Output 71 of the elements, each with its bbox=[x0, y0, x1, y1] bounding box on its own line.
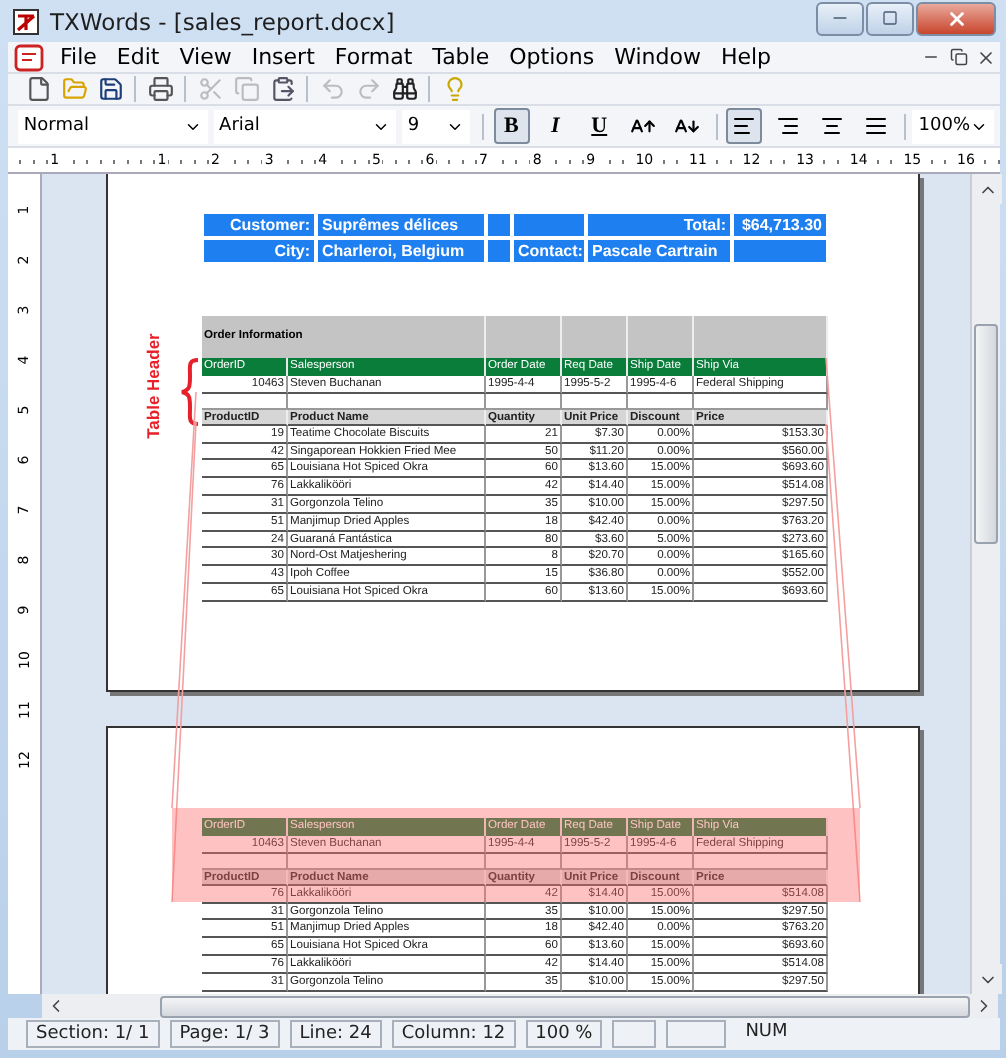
close-icon bbox=[945, 7, 967, 29]
align-center-icon bbox=[820, 114, 845, 138]
field-label: Customer: bbox=[202, 212, 316, 238]
window-title: TXWords - [sales_report.docx] bbox=[50, 7, 397, 35]
table-cell bbox=[486, 212, 512, 238]
document-icon[interactable] bbox=[14, 43, 44, 71]
binoculars-icon bbox=[391, 76, 417, 102]
scroll-thumb[interactable] bbox=[974, 324, 998, 544]
align-right-icon bbox=[776, 114, 801, 138]
align-left-button[interactable] bbox=[726, 108, 763, 144]
font-dropdown[interactable]: Arial bbox=[213, 109, 396, 143]
status-panel bbox=[612, 1020, 657, 1048]
scissors-icon bbox=[197, 76, 223, 102]
menu-item[interactable]: View bbox=[169, 44, 242, 70]
table-cell bbox=[732, 238, 828, 264]
vertical-scrollbar[interactable] bbox=[970, 174, 1000, 994]
lightbulb-icon bbox=[441, 76, 467, 102]
menu-item[interactable]: Format bbox=[324, 44, 423, 70]
field-value: Pascale Cartrain bbox=[586, 238, 732, 264]
status-panel bbox=[666, 1020, 727, 1048]
field-label: Contact: bbox=[512, 238, 586, 264]
menu-item[interactable]: Table bbox=[422, 44, 500, 70]
table-cell bbox=[512, 212, 586, 238]
underline-button[interactable]: U bbox=[581, 108, 618, 144]
clipboard-icon bbox=[269, 76, 295, 102]
align-justify-icon bbox=[864, 114, 889, 138]
close-button[interactable] bbox=[916, 1, 996, 35]
restore-icon bbox=[949, 48, 967, 66]
undo-icon bbox=[319, 76, 345, 102]
status-indicator: NUM bbox=[743, 1020, 790, 1046]
status-field: Page: 1/ 3 bbox=[169, 1020, 280, 1048]
field-value: Suprêmes délices bbox=[316, 212, 486, 238]
font-size-dropdown[interactable]: 9 bbox=[401, 109, 470, 143]
page-icon bbox=[25, 76, 51, 102]
table-cell bbox=[486, 238, 512, 264]
printer-icon bbox=[147, 76, 173, 102]
status-field: 100 % bbox=[525, 1020, 603, 1048]
menu-item[interactable]: Help bbox=[710, 44, 782, 70]
menu-item[interactable]: Options bbox=[499, 44, 605, 70]
table-cell bbox=[562, 316, 628, 358]
field-value: Charleroi, Belgium bbox=[316, 238, 486, 264]
status-field: Line: 24 bbox=[289, 1020, 382, 1048]
maximize-button[interactable] bbox=[866, 1, 914, 35]
menu-item[interactable]: File bbox=[50, 44, 107, 70]
copy-icon bbox=[233, 76, 259, 102]
menu-item[interactable]: Insert bbox=[241, 44, 325, 70]
menu-item[interactable]: Edit bbox=[106, 44, 170, 70]
close-icon bbox=[976, 47, 996, 67]
redo-icon bbox=[355, 76, 381, 102]
status-field: Column: 12 bbox=[391, 1020, 516, 1048]
horizontal-scrollbar[interactable] bbox=[42, 994, 998, 1018]
field-label: Total: bbox=[586, 212, 732, 238]
brace-icon bbox=[180, 358, 200, 426]
maximize-icon bbox=[882, 10, 898, 26]
minimize-button[interactable] bbox=[816, 1, 864, 35]
table-cell bbox=[628, 316, 694, 358]
folder-icon bbox=[61, 76, 87, 102]
style-dropdown[interactable]: Normal bbox=[17, 109, 208, 143]
status-field: Section: 1/ 1 bbox=[26, 1020, 160, 1048]
annotation-label: Table Header bbox=[142, 333, 163, 439]
field-label: City: bbox=[202, 238, 316, 264]
app-logo-icon bbox=[12, 7, 40, 35]
table-cell bbox=[486, 316, 562, 358]
table-cell bbox=[694, 316, 828, 358]
menu-item[interactable]: Window bbox=[604, 44, 711, 70]
bold-button[interactable]: B bbox=[493, 108, 530, 144]
italic-button[interactable]: I bbox=[537, 108, 574, 144]
scroll-thumb[interactable] bbox=[160, 995, 970, 1017]
zoom-dropdown[interactable]: 100% bbox=[912, 109, 995, 143]
align-left-icon bbox=[732, 114, 757, 138]
field-value: $64,713.30 bbox=[732, 212, 828, 238]
